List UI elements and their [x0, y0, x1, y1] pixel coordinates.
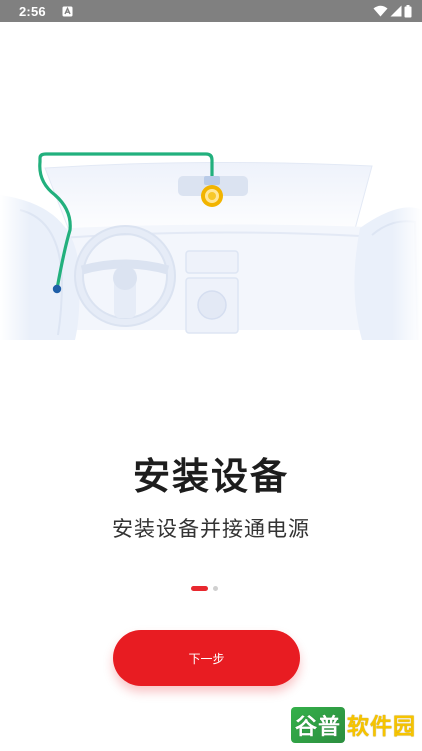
signal-icon — [390, 5, 402, 17]
status-icons — [373, 4, 412, 18]
page-dot-active — [191, 586, 208, 591]
car-interior-illustration — [0, 140, 422, 380]
watermark-part1: 谷普 — [290, 707, 345, 743]
dashcam-device — [201, 176, 223, 207]
page-indicator — [191, 585, 231, 593]
notification-icon — [62, 6, 73, 16]
status-time: 2:56 — [19, 3, 46, 19]
watermark-part2: 软件园 — [346, 715, 416, 740]
cable-end — [52, 284, 62, 294]
page-subtitle: 安装设备并接通电源 — [112, 517, 310, 541]
page-dot-inactive — [213, 586, 218, 591]
center-console — [185, 250, 239, 334]
next-button[interactable]: 下一步 — [113, 630, 300, 686]
wifi-icon — [373, 5, 388, 17]
page-title: 安装设备 — [133, 455, 289, 498]
watermark-logo: 谷普 软件园 — [290, 707, 416, 743]
battery-icon — [404, 4, 412, 17]
status-bar: 2:56 — [0, 0, 422, 22]
